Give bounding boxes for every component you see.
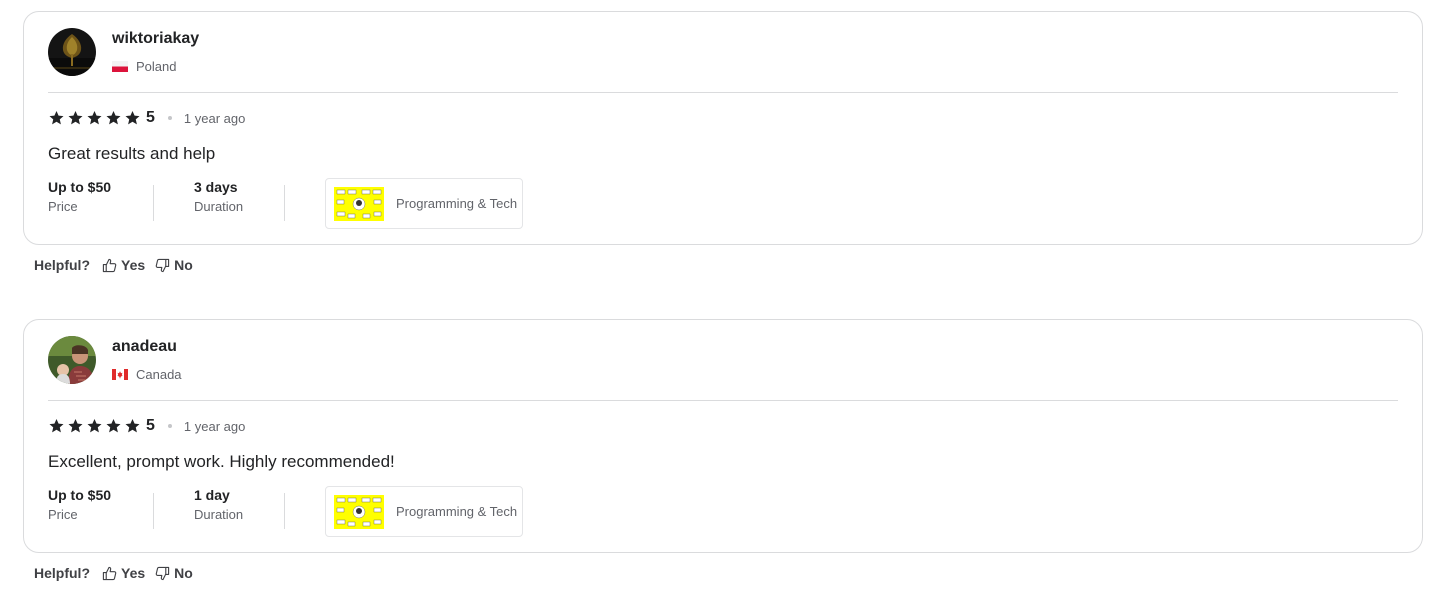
poland-flag-icon — [112, 61, 128, 72]
star-icon — [106, 419, 121, 433]
yes-label: Yes — [121, 565, 146, 581]
gig-category: Programming & Tech — [396, 196, 518, 211]
duration-info: 3 days Duration — [194, 179, 243, 214]
separator-dot — [167, 116, 172, 120]
gig-thumbnail — [334, 186, 384, 221]
separator-dot — [167, 424, 172, 428]
avatar[interactable] — [48, 28, 96, 76]
gig-link[interactable]: Programming & Tech — [325, 486, 523, 537]
vertical-divider — [153, 185, 154, 221]
duration-label: Duration — [194, 507, 244, 522]
star-icon — [125, 111, 140, 125]
country: Poland — [112, 59, 176, 74]
duration-label: Duration — [194, 199, 244, 214]
review-card: anadeau Canada 5 1 year ago Excellent, p… — [23, 319, 1423, 553]
star-icon — [87, 111, 102, 125]
thumbs-up-icon — [102, 258, 117, 272]
star-icon — [125, 419, 140, 433]
star-icon — [49, 419, 64, 433]
duration-value: 3 days — [194, 179, 238, 195]
review-text: Excellent, prompt work. Highly recommend… — [48, 452, 395, 471]
helpful-label: Helpful? — [34, 565, 90, 581]
star-icon — [87, 419, 102, 433]
star-icon — [106, 111, 121, 125]
price-label: Price — [48, 199, 78, 214]
gig-thumbnail — [334, 494, 384, 529]
review-item: anadeau Canada 5 1 year ago Excellent, p… — [23, 319, 1423, 581]
price-info: Up to $50 Price — [48, 179, 111, 214]
helpful-yes-button[interactable]: Yes — [102, 565, 145, 581]
no-label: No — [174, 565, 193, 581]
thumbs-down-icon — [155, 566, 170, 580]
duration-value: 1 day — [194, 487, 230, 503]
rating-row: 5 1 year ago — [48, 417, 245, 435]
star-icon — [68, 111, 83, 125]
star-rating — [48, 418, 141, 434]
yes-label: Yes — [121, 257, 146, 273]
review-text: Great results and help — [48, 144, 216, 163]
helpful-no-button[interactable]: No — [155, 565, 193, 581]
rating-value: 5 — [146, 417, 155, 434]
helpful-yes-button[interactable]: Yes — [102, 257, 145, 273]
avatar-image — [48, 336, 96, 384]
username[interactable]: anadeau — [112, 338, 177, 356]
review-item: wiktoriakay Poland 5 1 year ago Great re… — [23, 11, 1423, 273]
star-icon — [49, 111, 64, 125]
rating-value: 5 — [146, 109, 155, 126]
helpful-row: Helpful? Yes No — [34, 257, 193, 273]
thumbs-up-icon — [102, 566, 117, 580]
avatar-image — [48, 28, 96, 76]
price-label: Price — [48, 507, 78, 522]
country-name: Poland — [136, 59, 177, 74]
price-info: Up to $50 Price — [48, 487, 111, 522]
review-time: 1 year ago — [183, 110, 246, 126]
vertical-divider — [284, 493, 285, 529]
review-card: wiktoriakay Poland 5 1 year ago Great re… — [23, 11, 1423, 245]
gig-link[interactable]: Programming & Tech — [325, 178, 523, 229]
country: Canada — [112, 367, 182, 382]
divider — [48, 92, 1398, 93]
username[interactable]: wiktoriakay — [112, 30, 199, 48]
duration-info: 1 day Duration — [194, 487, 243, 522]
thumbs-down-icon — [155, 258, 170, 272]
divider — [48, 400, 1398, 401]
star-icon — [68, 419, 83, 433]
star-rating — [48, 110, 141, 126]
no-label: No — [174, 257, 193, 273]
helpful-label: Helpful? — [34, 257, 90, 273]
vertical-divider — [284, 185, 285, 221]
price-value: Up to $50 — [48, 179, 112, 195]
price-value: Up to $50 — [48, 487, 112, 503]
helpful-no-button[interactable]: No — [155, 257, 193, 273]
review-time: 1 year ago — [183, 418, 246, 434]
gig-category: Programming & Tech — [396, 504, 518, 519]
helpful-row: Helpful? Yes No — [34, 565, 193, 581]
avatar[interactable] — [48, 336, 96, 384]
country-name: Canada — [136, 367, 182, 382]
vertical-divider — [153, 493, 154, 529]
rating-row: 5 1 year ago — [48, 109, 245, 127]
canada-flag-icon — [112, 369, 128, 380]
